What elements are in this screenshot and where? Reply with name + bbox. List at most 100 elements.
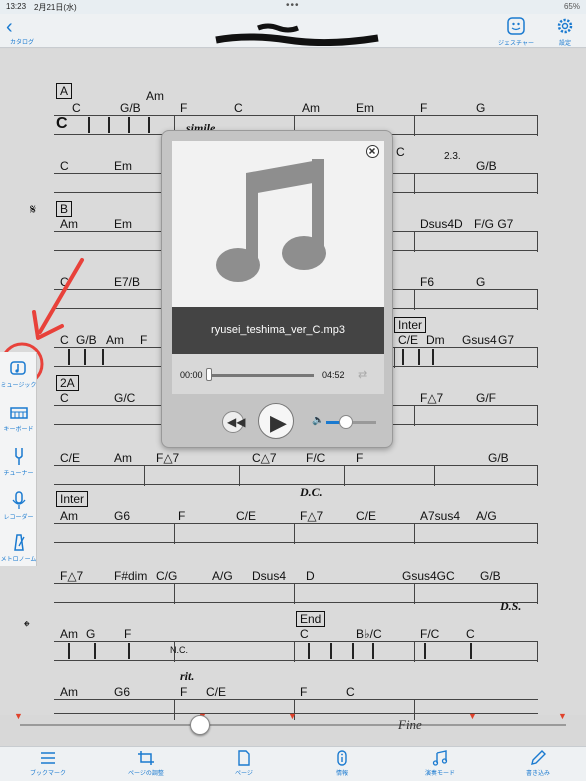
chord: Gsus4G <box>402 569 447 583</box>
score-seek-bar[interactable]: ▼ ▼ ▼ ▼ ▼ Fine <box>14 711 567 735</box>
chord: B♭/C <box>356 627 382 641</box>
gesture-face-icon <box>507 17 525 35</box>
chord: Am <box>146 89 164 103</box>
chord: G7 <box>498 333 515 347</box>
chord: C/E <box>356 509 377 523</box>
page-button[interactable]: ページ <box>214 750 274 777</box>
microphone-icon <box>11 491 26 509</box>
chord: Dsus4D <box>420 217 463 231</box>
progress-thumb[interactable] <box>206 368 212 381</box>
chord: F <box>356 451 364 465</box>
play-mode-button[interactable]: 演奏モード <box>410 750 470 777</box>
chord: G/F <box>476 391 496 405</box>
chord: C/G <box>156 569 178 583</box>
page-adjust-button[interactable]: ページの調整 <box>116 750 176 777</box>
gesture-button[interactable]: ジェスチャー <box>494 16 538 47</box>
seek-thumb[interactable] <box>190 715 211 735</box>
repeat-icon[interactable]: ⇄ <box>358 368 367 381</box>
sidebar-item-tuner[interactable]: チューナー <box>0 440 37 482</box>
bottom-toolbar: ブックマーク ページの調整 ページ 情報 演奏モード 書き込み <box>0 746 586 781</box>
sidebar-item-recorder[interactable]: レコーダー <box>0 484 37 526</box>
multitask-dots-icon[interactable]: ••• <box>286 0 300 11</box>
sidebar-item-music[interactable]: ミュージック <box>0 352 37 394</box>
chord: F6 <box>420 275 435 289</box>
metronome-icon <box>13 534 25 551</box>
chord: F <box>300 685 308 699</box>
chord: Em <box>356 101 374 115</box>
marker-icon: ▼ <box>468 711 477 721</box>
sidebar-item-metronome[interactable]: メトロノーム <box>0 528 37 570</box>
page-label: ページ <box>235 771 253 777</box>
close-icon[interactable] <box>366 145 379 158</box>
chord: C <box>466 627 475 641</box>
info-button[interactable]: 情報 <box>312 750 372 777</box>
chord: C/E <box>206 685 227 699</box>
chord: F△7 <box>60 569 84 583</box>
tuning-fork-icon <box>14 448 23 465</box>
chord: A/G <box>476 509 497 523</box>
chord: G/B <box>488 451 509 465</box>
chord: G <box>476 275 486 289</box>
chord: C/E <box>236 509 257 523</box>
rehearsal-mark-a: A <box>56 83 73 99</box>
marker-icon: ▼ <box>288 711 297 721</box>
info-label: 情報 <box>335 771 348 777</box>
back-button[interactable]: ‹ カタログ <box>4 16 44 46</box>
chord: F <box>180 685 188 699</box>
rehearsal-mark-end: End <box>296 611 326 627</box>
chord: G/B <box>476 159 497 173</box>
write-button[interactable]: 書き込み <box>508 750 568 777</box>
staff-row <box>54 465 538 486</box>
playback-progress[interactable]: 00:00 04:52 ⇄ <box>172 354 384 394</box>
sidebar-item-label: メトロノーム <box>0 557 37 563</box>
chord: C <box>72 101 81 115</box>
duration-time: 04:52 <box>322 370 345 380</box>
chord: C <box>60 159 69 173</box>
sidebar-item-label: チューナー <box>3 471 34 477</box>
sidebar-item-label: ミュージック <box>0 383 37 389</box>
chord: F/C <box>306 451 326 465</box>
play-icon: ▶ <box>270 410 287 435</box>
chord: A7sus4 <box>420 509 461 523</box>
sidebar-item-label: レコーダー <box>3 515 34 521</box>
sidebar-item-label: キーボード <box>3 427 34 433</box>
bookmark-button[interactable]: ブックマーク <box>18 750 78 777</box>
chord: Am <box>60 685 78 699</box>
chord: Dm <box>426 333 445 347</box>
settings-button[interactable]: 設定 <box>550 16 580 47</box>
chord: Em <box>114 217 132 231</box>
chord: C <box>234 101 243 115</box>
staff-row <box>54 641 538 662</box>
marker-icon: ▼ <box>14 711 23 721</box>
staff-row <box>54 523 538 544</box>
gesture-label: ジェスチャー <box>498 41 534 47</box>
volume-slider[interactable] <box>326 415 376 429</box>
chord: G6 <box>114 685 131 699</box>
volume-thumb[interactable] <box>339 415 353 429</box>
chord: C△7 <box>252 451 277 465</box>
chord: G6 <box>114 509 131 523</box>
status-time: 13:23 <box>6 2 27 11</box>
chord: Am <box>106 333 124 347</box>
bookmark-label: ブックマーク <box>29 771 66 777</box>
chord: A/G <box>212 569 233 583</box>
music-notes-icon <box>432 750 448 766</box>
page-icon <box>238 750 250 766</box>
settings-label: 設定 <box>558 41 571 47</box>
ending-bracket: 2.3. <box>444 151 461 162</box>
rewind-button[interactable]: ◀◀ <box>222 411 245 433</box>
marker-icon: ▼ <box>558 711 567 721</box>
list-icon <box>41 752 55 764</box>
sidebar-item-keyboard[interactable]: キーボード <box>0 396 37 438</box>
chord: F#dim <box>114 569 148 583</box>
chord: G/B <box>120 101 141 115</box>
rehearsal-mark-inter-2: Inter <box>56 491 89 507</box>
chord: F/C <box>420 627 440 641</box>
chord: Am <box>60 627 78 641</box>
progress-track <box>206 374 314 377</box>
play-button[interactable]: ▶ <box>258 403 294 439</box>
chevron-left-icon: ‹ <box>6 16 13 38</box>
chord: F <box>140 333 148 347</box>
music-icon <box>9 361 26 375</box>
redacted-title <box>215 23 379 46</box>
